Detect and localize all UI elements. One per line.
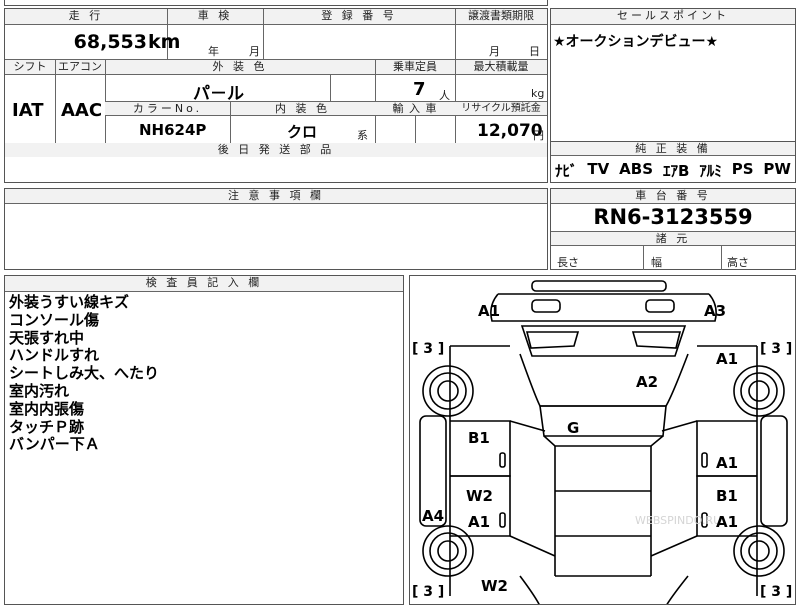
inspector-note: タッチＰ跡 (9, 417, 85, 436)
sales-point-text: ★オークションデビュー★ (553, 34, 719, 50)
caution-header: 注 意 事 項 欄 (5, 189, 547, 204)
damage-mark-a1-right-rear-door: A1 (716, 513, 739, 531)
equipment-airbag: ｴｱB (662, 162, 690, 180)
height-label: 高さ (727, 256, 749, 269)
recycle-header: リサイクル預託金 (455, 102, 547, 116)
inspector-note: コンソール傷 (9, 310, 100, 329)
interior-color-header: 内 装 色 (230, 102, 375, 116)
mileage-unit: km (148, 31, 181, 53)
tire-mark-rear-right: [ 3 ] (760, 584, 793, 600)
max-load-header: 最大積載量 (455, 60, 547, 75)
width-label: 幅 (651, 256, 662, 269)
chassis-header: 車 台 番 号 (551, 189, 795, 204)
watermark: WEBSPINDO.RU (635, 514, 722, 527)
equipment-ps: PS (731, 160, 754, 178)
shift-header: シフト (5, 60, 55, 75)
inspection-month-unit: 月 (249, 45, 260, 58)
inspector-note: 外装うすい線キズ (9, 293, 130, 311)
damage-mark-a4-left-side: A4 (422, 507, 445, 525)
ac-header: エアコン (55, 60, 105, 75)
import-header: 輸 入 車 (375, 102, 455, 116)
registration-header: 登 録 番 号 (263, 9, 455, 25)
equipment-box: 純 正 装 備 ﾅﾋﾞ TV ABS ｴｱB ｱﾙﾐ PS PW (550, 141, 796, 183)
equipment-tv: TV (587, 160, 610, 178)
damage-mark-b1-right-rear-door: B1 (716, 487, 738, 505)
damage-mark-b1-left-front-door: B1 (468, 429, 490, 447)
damage-mark-a1-left-rear-door: A1 (468, 513, 491, 531)
damage-mark-w2-left-rear-door: W2 (466, 487, 493, 505)
interior-color-suffix: 系 (357, 129, 368, 142)
shift-value: IAT (12, 100, 44, 121)
inspector-note: バンパー下Ａ (9, 435, 100, 454)
inspection-header: 車 検 (167, 9, 263, 25)
color-no-value: NH624P (139, 121, 207, 139)
rear-parts-area (4, 157, 548, 183)
transfer-day-unit: 日 (529, 45, 540, 58)
transfer-deadline-header: 譲渡書類期限 (455, 9, 547, 25)
inspector-box: 検 査 員 記 入 欄 外装うすい線キズ コンソール傷 天張すれ中 ハンドルすれ… (4, 275, 404, 605)
inspector-note: ハンドルすれ (9, 346, 100, 365)
max-load-unit: kg (531, 87, 545, 100)
damage-mark-a1-right-front-door: A1 (716, 454, 739, 472)
exterior-color-header: 外 装 色 (105, 60, 375, 75)
damage-mark-g-windshield: G (567, 419, 580, 437)
equipment-pw: PW (763, 160, 791, 178)
equipment-navi: ﾅﾋﾞ (555, 162, 578, 180)
mileage-header: 走 行 (5, 9, 167, 25)
damage-mark-a2-hood: A2 (636, 373, 659, 391)
length-label: 長さ (557, 256, 579, 269)
rear-parts-header: 後 日 発 送 部 品 (5, 143, 547, 158)
capacity-value: 7 (413, 79, 426, 100)
inspection-year-unit: 年 (208, 45, 219, 58)
equipment-abs: ABS (619, 160, 654, 178)
ac-value: AAC (61, 100, 103, 121)
damage-mark-w2-left-quarter: W2 (481, 577, 508, 595)
sales-point-header: セールスポイント (551, 9, 795, 25)
damage-mark-a1-front-left: A1 (478, 302, 501, 320)
chassis-number: RN6-3123559 (593, 205, 753, 229)
inspector-note: シートしみ大、へたり (9, 364, 160, 383)
chassis-box: 車 台 番 号 RN6-3123559 諸 元 長さ 幅 高さ (550, 188, 796, 270)
inspector-note: 室内内張傷 (9, 399, 85, 418)
equipment-alloy: ｱﾙﾐ (699, 162, 722, 180)
tire-mark-front-right: [ 3 ] (760, 341, 793, 357)
tire-mark-rear-left: [ 3 ] (412, 584, 445, 600)
clipped-header-strip (4, 0, 548, 6)
recycle-unit: 円 (533, 129, 544, 142)
vehicle-info-form: 走 行 車 検 登 録 番 号 譲渡書類期限 68,553 km 年 月 月 日… (4, 8, 548, 158)
mileage-value: 68,553 (73, 31, 147, 53)
sales-point-box: セールスポイント ★オークションデビュー★ (550, 8, 796, 142)
dimensions-header: 諸 元 (551, 231, 795, 246)
transfer-month-unit: 月 (489, 45, 500, 58)
damage-mark-a3-front-right: A3 (704, 302, 727, 320)
damage-mark-a1-right-fender: A1 (716, 350, 739, 368)
inspector-note: 天張すれ中 (9, 328, 85, 347)
capacity-header: 乗車定員 (375, 60, 455, 75)
inspector-header: 検 査 員 記 入 欄 (5, 276, 403, 292)
tire-mark-front-left: [ 3 ] (412, 341, 445, 357)
interior-color-value: クロ (287, 123, 318, 141)
caution-box: 注 意 事 項 欄 (4, 188, 548, 270)
inspector-note: 室内汚れ (9, 381, 70, 400)
color-no-header: カラーNo. (105, 102, 230, 116)
equipment-header: 純 正 装 備 (551, 142, 795, 156)
car-diagram-box: WEBSPINDO.RU A1 A3 A1 A2 G B1 A1 W2 A1 B… (409, 275, 796, 605)
